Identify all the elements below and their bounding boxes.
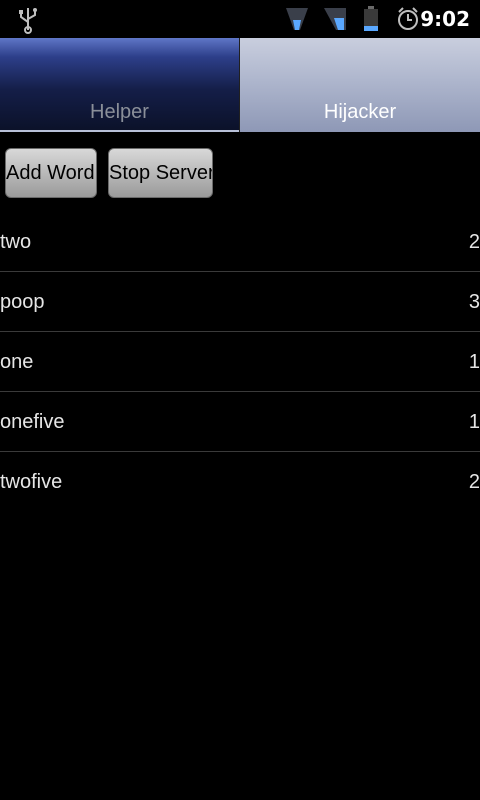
status-bar: 9:02 (0, 0, 480, 38)
word-count: 1 (468, 351, 480, 373)
wifi-icon (286, 8, 308, 30)
signal-icon (324, 8, 346, 30)
word-count: 2 (468, 471, 480, 493)
word-text: twofive (0, 471, 63, 493)
list-item[interactable]: twofive 2 (0, 452, 480, 512)
add-word-button[interactable]: Add Word (5, 148, 97, 198)
battery-icon (364, 6, 378, 31)
list-item[interactable]: one 1 (0, 332, 480, 392)
status-time: 9:02 (420, 7, 470, 31)
word-text: onefive (0, 411, 65, 433)
word-text: two (0, 231, 32, 253)
stop-server-button[interactable]: Stop Server (108, 148, 213, 198)
list-item[interactable]: two 2 (0, 212, 480, 272)
word-text: poop (0, 291, 45, 313)
word-text: one (0, 351, 34, 373)
tab-helper-label: Helper (90, 101, 149, 123)
tab-bar: Helper Hijacker (0, 38, 480, 132)
alarm-icon (398, 7, 418, 30)
list-item[interactable]: onefive 1 (0, 392, 480, 452)
tab-helper[interactable]: Helper (0, 38, 240, 132)
word-count: 3 (468, 291, 480, 313)
tab-hijacker-label: Hijacker (323, 101, 397, 123)
list-item[interactable]: poop 3 (0, 272, 480, 332)
tab-hijacker[interactable]: Hijacker (240, 38, 480, 132)
usb-icon (19, 8, 37, 34)
word-count: 2 (468, 231, 480, 253)
word-list: two 2 poop 3 one 1 onefive 1 twofive 2 (0, 212, 480, 512)
word-count: 1 (468, 411, 480, 433)
